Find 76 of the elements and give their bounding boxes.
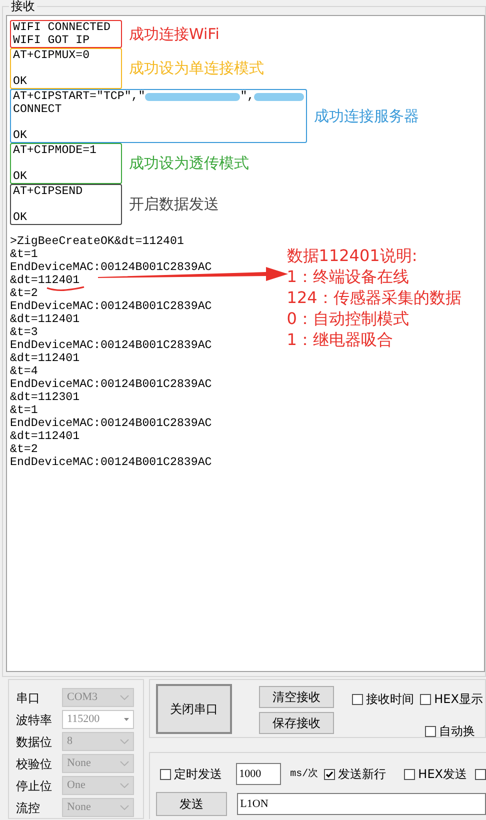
setting-label: 数据位 [16, 734, 53, 750]
caret-icon [120, 695, 129, 700]
checkbox[interactable] [352, 694, 364, 704]
option-label: HEX显示 [434, 691, 483, 708]
checkbox[interactable] [404, 768, 416, 780]
log-line: EndDeviceMAC:00124B001C2839AC [10, 300, 212, 313]
setting-label: 校验位 [16, 756, 53, 772]
receive-button[interactable]: 保存接收 [259, 712, 334, 734]
annotation-text: 成功连接WiFi [128, 24, 220, 45]
log-line: AT+CIPMUX=0 [13, 49, 91, 62]
log-line: >ZigBeeCreateOK&dt=112401 [10, 235, 184, 248]
log-line: &t=3 [10, 326, 38, 339]
annotation-text: 开启数据发送 [128, 194, 219, 216]
setting-label: 串口 [16, 690, 41, 706]
log-line: &dt=112401 [10, 430, 80, 443]
setting-label: 流控 [16, 800, 41, 816]
checkbox[interactable] [160, 768, 172, 780]
log-line: &t=4 [10, 365, 38, 378]
log-line: OK [13, 211, 28, 224]
checkbox[interactable] [475, 768, 486, 780]
option-label: 接收时间 [366, 691, 414, 708]
option-label: 自动换 [439, 723, 476, 740]
log-line: &dt=112401 [10, 352, 80, 365]
receive-title: 接收 [9, 0, 37, 12]
log-line: AT+CIPMODE=1 [13, 144, 98, 157]
log-line: OK [13, 129, 28, 142]
log-line: &t=2 [10, 443, 38, 456]
setting-label: 波特率 [16, 712, 53, 728]
annotation-text: 成功连接服务器 [313, 106, 420, 127]
checkbox[interactable] [324, 768, 336, 780]
annotation-text: 数据112401说明: [286, 245, 418, 266]
option-label: 发送新行 [338, 766, 386, 783]
setting-label: 停止位 [16, 778, 53, 794]
checkbox[interactable] [420, 694, 432, 704]
log-line: &dt=112301 [10, 391, 80, 404]
option-label: 定时发送 [174, 766, 222, 783]
underline-mark [46, 286, 86, 292]
log-line: EndDeviceMAC:00124B001C2839AC [10, 456, 212, 469]
send-button[interactable]: 发送 [156, 792, 228, 816]
dropdown[interactable]: 115200 [62, 710, 134, 729]
unit-label: ms/次 [290, 768, 318, 780]
log-line: &t=1 [10, 248, 38, 261]
interval-field[interactable]: 1000 [236, 763, 282, 785]
checkbox[interactable] [425, 726, 436, 736]
annotation-text: 1：终端设备在线 [286, 266, 410, 287]
annotation-text: 成功设为透传模式 [128, 153, 249, 174]
log-line: &dt=112401 [10, 274, 80, 287]
log-line: EndDeviceMAC:00124B001C2839AC [10, 339, 212, 352]
caret-icon [120, 761, 129, 766]
log-line: EndDeviceMAC:00124B001C2839AC [10, 417, 212, 430]
caret-icon [124, 718, 129, 721]
caret-icon [120, 805, 129, 810]
log-line: AT+CIPSTART="TCP"," [13, 90, 146, 103]
log-line: EndDeviceMAC:00124B001C2839AC [10, 378, 212, 391]
log-line: OK [13, 75, 28, 88]
log-line: OK [13, 170, 28, 183]
receive-button[interactable]: 清空接收 [259, 686, 334, 708]
log-line: CONNECT [13, 103, 63, 116]
log-line: ", [240, 90, 254, 103]
annotation-text: 成功设为单连接模式 [128, 58, 264, 80]
annotation-text: 1：继电器吸合 [286, 329, 394, 350]
log-line: &dt=112401 [10, 313, 80, 326]
log-line: &t=2 [10, 287, 38, 300]
send-text-field[interactable]: L1ON [237, 793, 486, 815]
annotation-text: 124：传感器采集的数据 [286, 287, 462, 308]
caret-icon [120, 783, 129, 788]
log-line: AT+CIPSEND [13, 185, 84, 198]
caret-icon [120, 739, 129, 744]
log-line: WIFI CONNECTED [13, 21, 112, 34]
log-line: &t=1 [10, 404, 38, 417]
close-port-button[interactable]: 关闭串口 [156, 684, 232, 734]
redaction-mark [254, 92, 304, 100]
option-label: HEX发送 [418, 766, 467, 783]
log-line: WIFI GOT IP [13, 34, 91, 47]
annotation-text: 0：自动控制模式 [286, 308, 410, 329]
log-line: EndDeviceMAC:00124B001C2839AC [10, 261, 212, 274]
